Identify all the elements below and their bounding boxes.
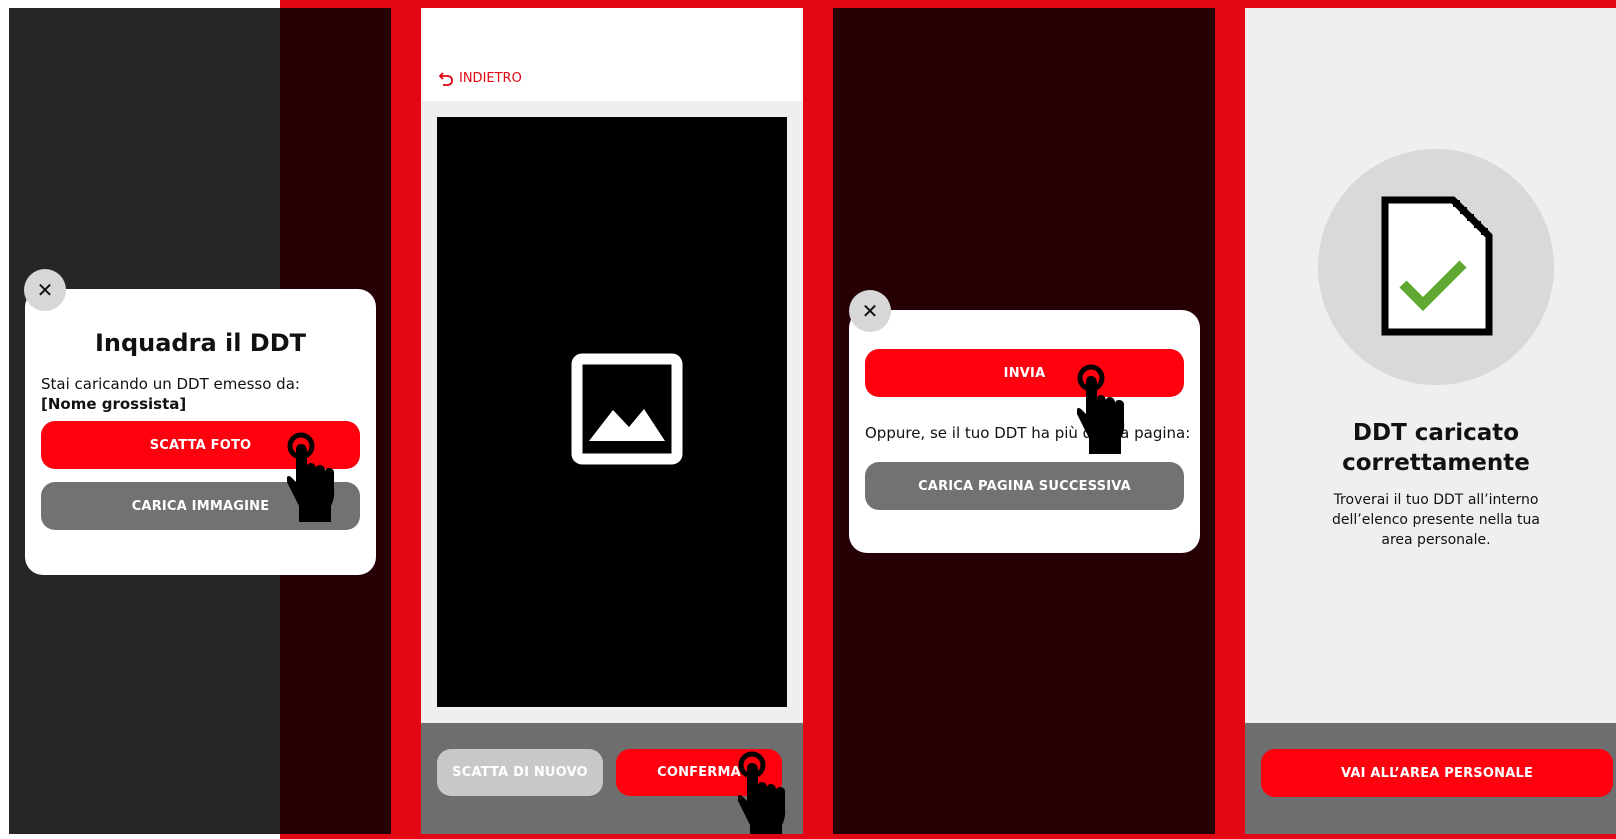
screen-frame-capture: Inquadra il DDT Stai caricando un DDT em… [9, 8, 391, 834]
upload-next-page-button[interactable]: CARICA PAGINA SUCCESSIVA [865, 462, 1184, 510]
back-link[interactable]: INDIETRO [438, 70, 522, 86]
hand-pointer-icon [738, 751, 786, 834]
top-bar: INDIETRO [421, 8, 803, 101]
close-icon: ✕ [861, 299, 879, 323]
send-button[interactable]: INVIA [865, 349, 1184, 397]
back-label: INDIETRO [459, 70, 522, 86]
hand-pointer-icon [1077, 364, 1125, 454]
success-title-line-1: DDT caricato [1352, 420, 1520, 446]
bottom-action-bar: VAI ALL’AREA PERSONALE [1245, 723, 1616, 834]
issuer-label: Stai caricando un DDT emesso da: [41, 375, 300, 393]
success-subtitle: Troverai il tuo DDT all’interno dell’ele… [1332, 492, 1540, 548]
modal-title: Inquadra il DDT [94, 329, 307, 357]
close-icon: ✕ [36, 278, 54, 302]
hand-pointer-icon [287, 432, 335, 522]
issuer-name: [Nome grossista] [41, 395, 187, 413]
back-arrow-icon [438, 72, 453, 86]
document-check-icon [1381, 196, 1493, 336]
send-modal: INVIA Oppure, se il tuo DDT ha più di un… [849, 310, 1200, 553]
screen-photo-preview: INDIETRO SCATTA DI NUOVO CONFERMA [421, 8, 803, 834]
screen-send: INVIA Oppure, se il tuo DDT ha più di un… [833, 8, 1215, 834]
screen-success: DDT caricato correttamente Troverai il t… [1245, 8, 1616, 834]
close-button[interactable]: ✕ [24, 269, 66, 311]
close-button[interactable]: ✕ [849, 290, 891, 332]
photo-preview [437, 117, 787, 707]
image-placeholder-icon [571, 353, 683, 465]
multi-page-hint: Oppure, se il tuo DDT ha più di una pagi… [865, 424, 1191, 442]
retake-button[interactable]: SCATTA DI NUOVO [437, 749, 603, 796]
go-to-personal-area-button[interactable]: VAI ALL’AREA PERSONALE [1261, 749, 1613, 797]
success-title-line-2: correttamente [1342, 450, 1530, 476]
success-title: DDT caricato correttamente [1245, 418, 1616, 478]
